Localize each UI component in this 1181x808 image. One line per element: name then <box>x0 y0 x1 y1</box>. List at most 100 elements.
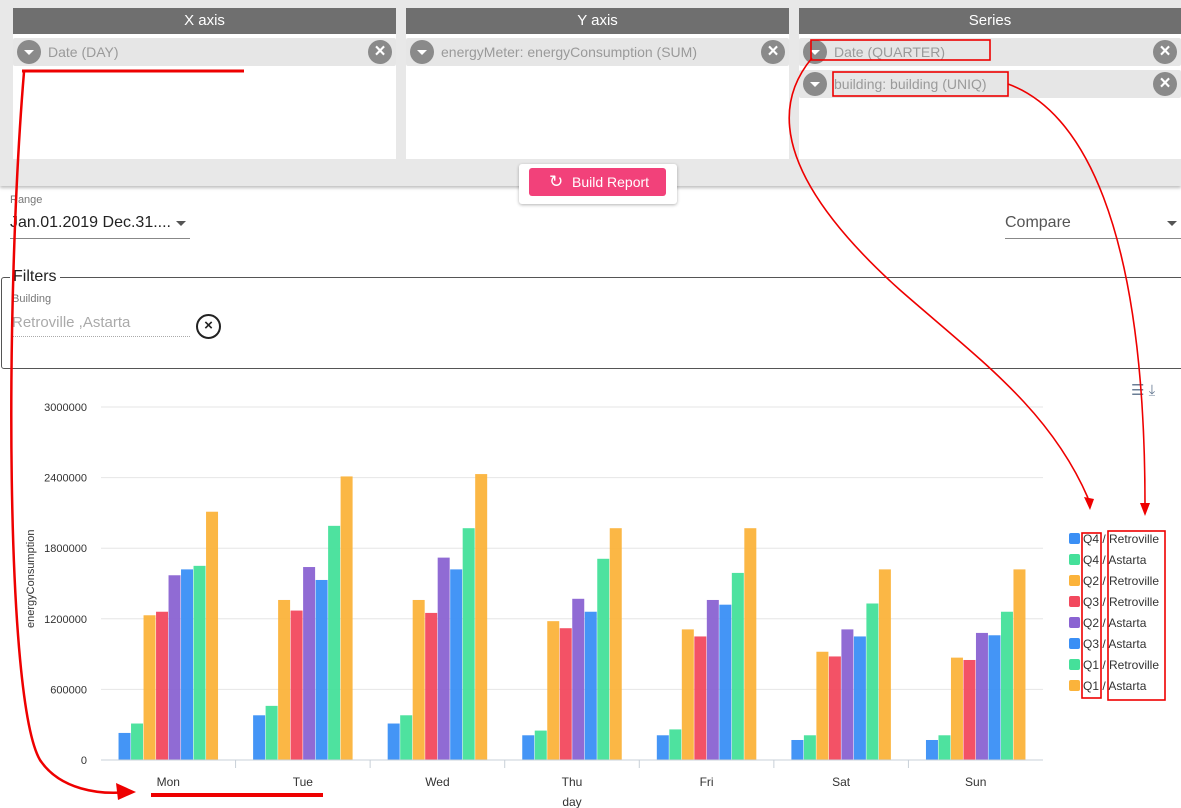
building-filter-input[interactable]: Retroville ,Astarta <box>12 314 190 337</box>
y-tick-label: 1800000 <box>44 543 87 555</box>
chevron-down-icon[interactable] <box>410 40 434 64</box>
bar <box>669 729 682 760</box>
y-axis-chip-label: energyMeter: energyConsumption (SUM) <box>441 44 697 60</box>
chevron-down-icon[interactable] <box>1167 221 1177 226</box>
y-tick-label: 0 <box>81 755 87 767</box>
y-tick-label: 1200000 <box>44 614 87 626</box>
y-tick-label: 2400000 <box>44 473 87 485</box>
close-icon[interactable]: × <box>761 40 785 64</box>
build-report-button[interactable]: ↻ Build Report <box>529 168 666 196</box>
x-axis-chip[interactable]: Date (DAY) × <box>13 38 396 66</box>
series-title: Series <box>799 8 1181 34</box>
bar <box>387 723 400 760</box>
bar <box>816 651 829 760</box>
close-icon[interactable]: × <box>368 40 392 64</box>
series-chip-quarter[interactable]: Date (QUARTER) × <box>799 38 1181 66</box>
series-chip-label: Date (QUARTER) <box>834 44 945 60</box>
bar <box>547 621 560 760</box>
legend-swatch <box>1069 617 1080 628</box>
bar <box>744 528 757 760</box>
bar <box>437 557 450 760</box>
bar <box>828 656 841 760</box>
y-axis-title: Y axis <box>406 8 789 34</box>
x-tick-label: Thu <box>562 775 583 789</box>
legend-swatch <box>1069 554 1080 565</box>
bar <box>131 723 144 760</box>
x-axis-title: X axis <box>13 8 396 34</box>
chevron-down-icon[interactable] <box>17 40 41 64</box>
bar <box>694 636 707 760</box>
bar <box>193 565 206 760</box>
build-report-wrapper: ↻ Build Report <box>519 164 677 204</box>
series-panel: Series Date (QUARTER) × building: buildi… <box>799 8 1181 159</box>
bar <box>731 572 744 760</box>
legend-label: Q4 / Astarta <box>1083 553 1147 567</box>
legend-label: Q2 / Retroville <box>1083 574 1160 588</box>
bar <box>425 612 438 760</box>
legend-swatch <box>1069 680 1080 691</box>
bar <box>1000 611 1013 760</box>
range-select[interactable]: Jan.01.2019 Dec.31.... <box>10 214 190 239</box>
legend-swatch <box>1069 659 1080 670</box>
bar <box>328 525 341 760</box>
bar <box>156 611 169 760</box>
bar <box>866 603 879 760</box>
bar <box>572 598 585 760</box>
bar <box>462 528 475 760</box>
compare-select[interactable]: Compare <box>1005 214 1181 239</box>
close-icon[interactable]: × <box>1153 72 1177 96</box>
range-label: Range <box>10 194 43 206</box>
range-value: Jan.01.2019 Dec.31.... <box>10 214 171 231</box>
legend-label: Q2 / Astarta <box>1083 616 1147 630</box>
chevron-down-icon[interactable] <box>803 40 827 64</box>
chevron-down-icon[interactable] <box>803 72 827 96</box>
bar <box>597 558 610 760</box>
bar <box>584 611 597 760</box>
bar <box>278 599 291 760</box>
legend-label: Q3 / Astarta <box>1083 637 1147 651</box>
bar <box>988 635 1001 760</box>
bar <box>791 739 804 760</box>
legend-label: Q1 / Retroville <box>1083 658 1160 672</box>
close-icon[interactable]: × <box>1153 40 1177 64</box>
bar <box>534 730 547 760</box>
legend-swatch <box>1069 638 1080 649</box>
bar <box>706 599 719 760</box>
bar <box>878 569 891 760</box>
x-tick-label: Mon <box>157 775 180 789</box>
bar <box>290 610 303 760</box>
series-chip-building[interactable]: building: building (UNIQ) × <box>799 70 1181 98</box>
legend-swatch <box>1069 575 1080 586</box>
bar <box>475 474 488 760</box>
bar <box>681 629 694 760</box>
bar <box>303 567 316 760</box>
bar <box>938 735 951 760</box>
bar-chart: 0 600000 1200000 1800000 2400000 3000000 Mon Tu… <box>25 402 1043 808</box>
bar <box>559 628 572 760</box>
bar <box>206 511 219 760</box>
filters-fieldset: Filters Building Retroville ,Astarta × <box>1 268 1181 369</box>
bar <box>963 659 976 760</box>
legend-label: Q3 / Retroville <box>1083 595 1160 609</box>
bar <box>253 715 266 760</box>
building-filter-label: Building <box>12 293 52 305</box>
chevron-down-icon[interactable] <box>176 221 186 226</box>
x-tick-label: Fri <box>700 775 714 789</box>
bar <box>265 705 278 760</box>
bar <box>400 715 413 760</box>
refresh-icon: ↻ <box>549 172 564 191</box>
bar <box>803 735 816 760</box>
x-tick-label: Sat <box>832 775 851 789</box>
bar <box>975 632 988 760</box>
bar <box>609 528 622 760</box>
bar <box>522 735 535 760</box>
bar <box>412 599 425 760</box>
bar <box>118 732 131 760</box>
clear-filter-icon[interactable]: × <box>196 314 221 339</box>
build-report-label: Build Report <box>572 174 650 190</box>
y-axis-label: energyConsumption <box>25 530 37 628</box>
y-axis-chip[interactable]: energyMeter: energyConsumption (SUM) × <box>406 38 789 66</box>
legend-swatch <box>1069 533 1080 544</box>
filters-title: Filters <box>10 268 60 286</box>
bar <box>656 735 669 760</box>
